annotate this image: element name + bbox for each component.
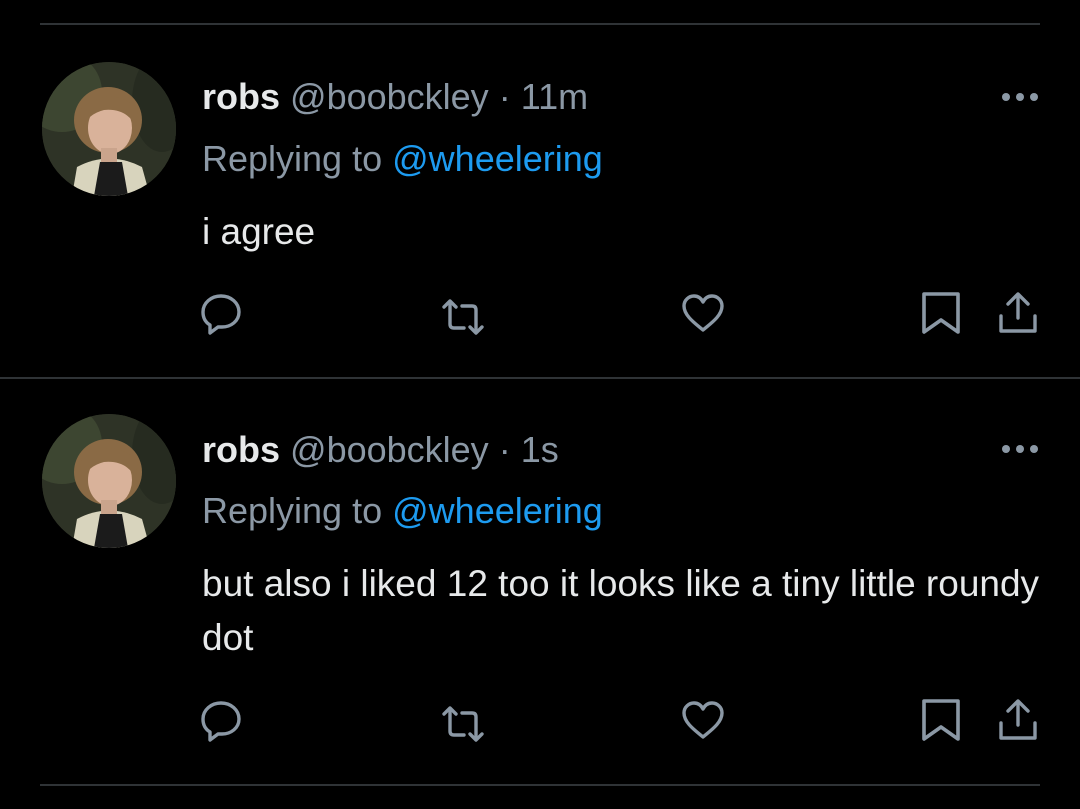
display-name[interactable]: robs bbox=[202, 429, 280, 470]
more-icon[interactable] bbox=[1000, 442, 1040, 454]
timestamp[interactable]: 11m bbox=[521, 76, 588, 117]
separator: · bbox=[498, 76, 511, 117]
replying-to: Replying to @wheelering bbox=[202, 489, 603, 533]
tweet-header: robs @boobckley · 1s bbox=[202, 428, 559, 472]
retweet-icon[interactable] bbox=[440, 701, 486, 747]
heart-icon[interactable] bbox=[680, 697, 726, 743]
share-icon[interactable] bbox=[995, 290, 1041, 336]
replying-prefix: Replying to bbox=[202, 490, 383, 531]
tweet-text: but also i liked 12 too it looks like a … bbox=[202, 563, 1040, 658]
tweet-header: robs @boobckley · 11m bbox=[202, 75, 588, 119]
handle[interactable]: @boobckley bbox=[290, 429, 489, 470]
reply-icon[interactable] bbox=[198, 290, 244, 336]
tweet[interactable]: robs @boobckley · 11m Replying to @wheel… bbox=[0, 0, 1080, 378]
handle[interactable]: @boobckley bbox=[290, 76, 489, 117]
display-name[interactable]: robs bbox=[202, 76, 280, 117]
tweet[interactable]: robs @boobckley · 1s Replying to @wheele… bbox=[0, 379, 1080, 784]
replying-to: Replying to @wheelering bbox=[202, 137, 603, 181]
bottom-divider bbox=[40, 784, 1040, 786]
avatar[interactable] bbox=[42, 62, 176, 196]
heart-icon[interactable] bbox=[680, 290, 726, 336]
retweet-icon[interactable] bbox=[440, 294, 486, 340]
tweet-text: i agree bbox=[202, 211, 316, 252]
bookmark-icon[interactable] bbox=[918, 697, 964, 743]
mention-link[interactable]: @wheelering bbox=[392, 138, 603, 179]
share-icon[interactable] bbox=[995, 697, 1041, 743]
avatar[interactable] bbox=[42, 414, 176, 548]
more-icon[interactable] bbox=[1000, 90, 1040, 102]
bookmark-icon[interactable] bbox=[918, 290, 964, 336]
timestamp[interactable]: 1s bbox=[521, 429, 559, 470]
replying-prefix: Replying to bbox=[202, 138, 383, 179]
separator: · bbox=[498, 429, 511, 470]
reply-icon[interactable] bbox=[198, 697, 244, 743]
mention-link[interactable]: @wheelering bbox=[392, 490, 603, 531]
